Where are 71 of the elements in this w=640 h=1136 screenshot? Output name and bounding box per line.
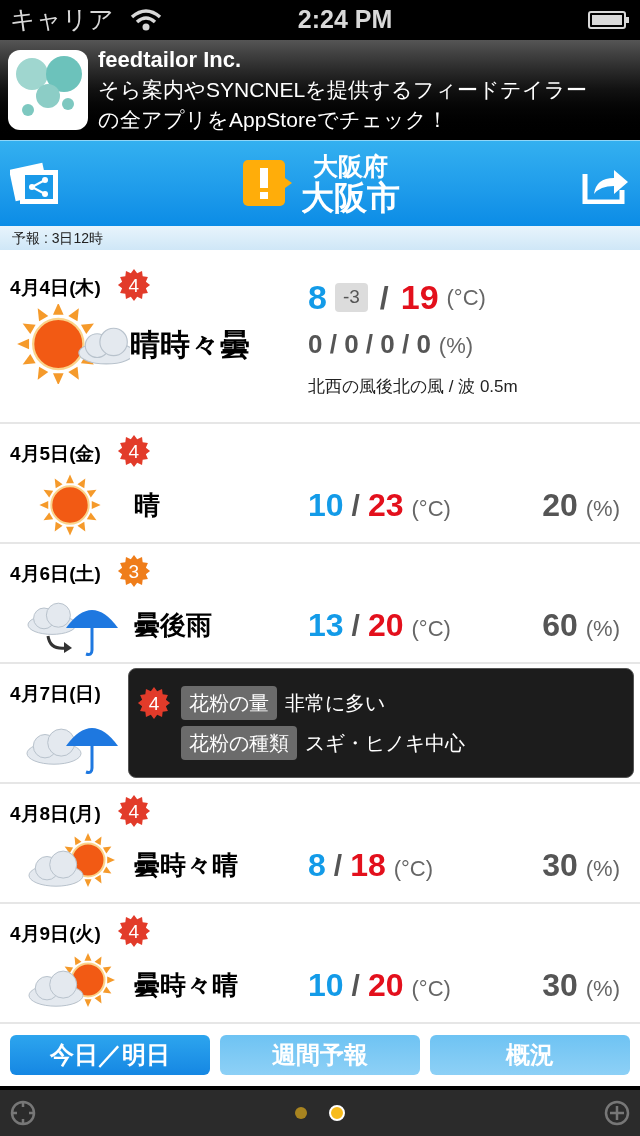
locate-icon[interactable] [10, 1100, 36, 1126]
date: 4月9日(火) [10, 922, 101, 946]
rain-unit: (%) [585, 975, 620, 1003]
high-temperature: 20 [367, 966, 404, 1005]
temperature-unit: (°C) [393, 855, 434, 883]
city: 大阪市 [300, 180, 400, 214]
pollen-level: 4 [148, 693, 160, 713]
tab[interactable]: 週間予報 [220, 1035, 420, 1075]
tab[interactable]: 今日／明日 [10, 1035, 210, 1075]
ad-banner[interactable]: feedtailor Inc. そら案内やSYNCNELを提供するフィードテイラーの全アプリをAppStoreでチェック！ [0, 40, 640, 140]
date: 4月7日(日) [10, 682, 101, 706]
pollen-level: 3 [128, 561, 140, 581]
ad-title: feedtailor Inc. [98, 46, 243, 74]
rain-unit: (%) [585, 615, 620, 643]
carrier: キャリア [10, 4, 114, 36]
warning-icon[interactable] [242, 159, 293, 208]
weather-condition: 曇時々晴 [134, 849, 238, 880]
weather-condition: 曇時々晴 [134, 969, 238, 1000]
date: 4月8日(月) [10, 802, 101, 826]
pollen-level: 4 [128, 441, 140, 461]
add-icon[interactable] [604, 1100, 630, 1126]
low-temperature: 10 [308, 486, 344, 525]
slash: / [378, 278, 390, 318]
low-temperature: 10 [308, 966, 344, 1005]
forecast-time: 予報 : 3日12時 [12, 228, 104, 248]
logo-icon [8, 50, 88, 130]
slash: / [351, 488, 360, 524]
rain-chance: 30 [542, 846, 578, 885]
rain-chances: 0 / 0 / 0 / 0 [308, 328, 431, 361]
slash: / [351, 608, 360, 644]
prefecture: 大阪府 [312, 153, 388, 179]
weather-condition: 曇後雨 [134, 609, 212, 640]
slash: / [333, 848, 343, 884]
clock: 2:24 PM [296, 4, 394, 36]
low-temperature: 8 [308, 846, 326, 885]
wifi-icon [130, 8, 162, 32]
low-temperature: 13 [308, 606, 344, 645]
pollen-level: 4 [128, 275, 140, 295]
high-temperature: 23 [367, 486, 404, 525]
popup-value: 非常に多い [285, 691, 385, 716]
battery-icon [588, 10, 630, 30]
date: 4月4日(木) [10, 276, 101, 300]
popup-value: スギ・ヒノキ中心 [305, 731, 465, 756]
rain-chance: 20 [542, 486, 578, 525]
date: 4月5日(金) [10, 442, 101, 466]
rain-chance: 30 [542, 966, 578, 1005]
popup-label: 花粉の種類 [181, 726, 297, 760]
share-photos-icon[interactable] [10, 161, 60, 206]
rain-unit: (%) [438, 332, 474, 360]
wind-wave: 北西の風後北の風 / 波 0.5m [308, 376, 519, 398]
slash: / [351, 968, 360, 1004]
high-temperature: 20 [367, 606, 404, 645]
high-temperature: 19 [400, 277, 439, 318]
rain-unit: (%) [585, 495, 620, 523]
date: 4月6日(土) [10, 562, 101, 586]
high-temperature: 18 [350, 846, 386, 885]
popup-label: 花粉の量 [181, 686, 277, 720]
ad-text: そら案内やSYNCNELを提供するフィードテイラーの全アプリをAppStoreでチェック！ [98, 77, 589, 133]
weather-condition: 晴 [134, 489, 160, 520]
tab[interactable]: 概況 [430, 1035, 630, 1075]
temperature-unit: (°C) [411, 615, 451, 643]
temperature-unit: (°C) [411, 495, 451, 523]
temperature-difference: -3 [334, 283, 368, 312]
temperature-unit: (°C) [411, 975, 451, 1003]
pollen-level: 4 [128, 921, 140, 941]
weather-condition: 晴時々曇 [130, 326, 250, 363]
low-temperature: 8 [308, 277, 327, 318]
rain-unit: (%) [585, 855, 620, 883]
temperature-unit: (°C) [446, 284, 486, 312]
rain-chance: 60 [542, 606, 578, 645]
pollen-level: 4 [128, 801, 140, 821]
